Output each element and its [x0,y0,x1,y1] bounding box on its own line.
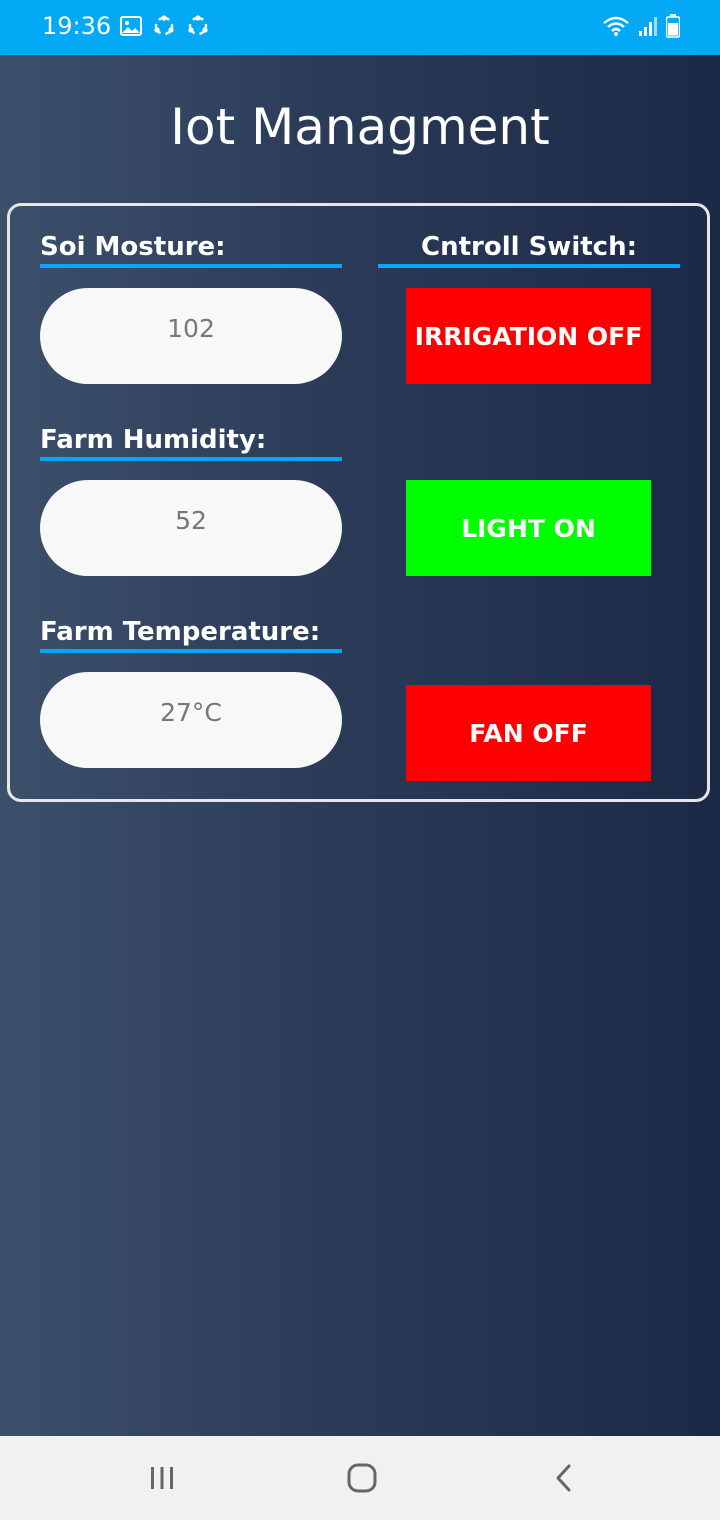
page-title: Iot Managment [170,98,550,156]
irrigation-toggle-button[interactable]: IRRIGATION OFF [406,288,651,384]
status-icons-right [602,13,681,43]
home-icon[interactable] [337,1456,387,1500]
status-time: 19:36 [42,12,112,40]
soil-moisture-field[interactable]: 102 [40,288,342,384]
farm-temperature-field[interactable]: 27°C [40,672,342,768]
farm-humidity-field[interactable]: 52 [40,480,342,576]
light-toggle-button[interactable]: LIGHT ON [406,480,651,576]
status-icons-left [120,14,210,42]
screen: 19:36 Iot Managment Soi Mosture: 102 Far… [0,0,720,1520]
farm-humidity-label: Farm Humidity: [40,425,267,455]
farm-temperature-label: Farm Temperature: [40,617,321,647]
soil-moisture-label: Soi Mosture: [40,232,226,262]
control-switch-label: Cntroll Switch: [421,232,637,262]
sync-icon [186,14,210,43]
wifi-icon [602,15,630,42]
battery-icon [665,13,681,43]
sync-icon [152,14,176,43]
control-switch-underline [378,264,680,268]
fan-toggle-button[interactable]: FAN OFF [406,685,651,781]
signal-icon [638,15,658,42]
recent-apps-icon[interactable] [137,1456,187,1500]
soil-moisture-underline [40,264,342,268]
gallery-icon [120,15,142,41]
back-icon[interactable] [539,1456,589,1500]
farm-temperature-underline [40,649,342,653]
status-bar: 19:36 [0,0,720,55]
navigation-bar [0,1436,720,1520]
farm-humidity-underline [40,457,342,461]
